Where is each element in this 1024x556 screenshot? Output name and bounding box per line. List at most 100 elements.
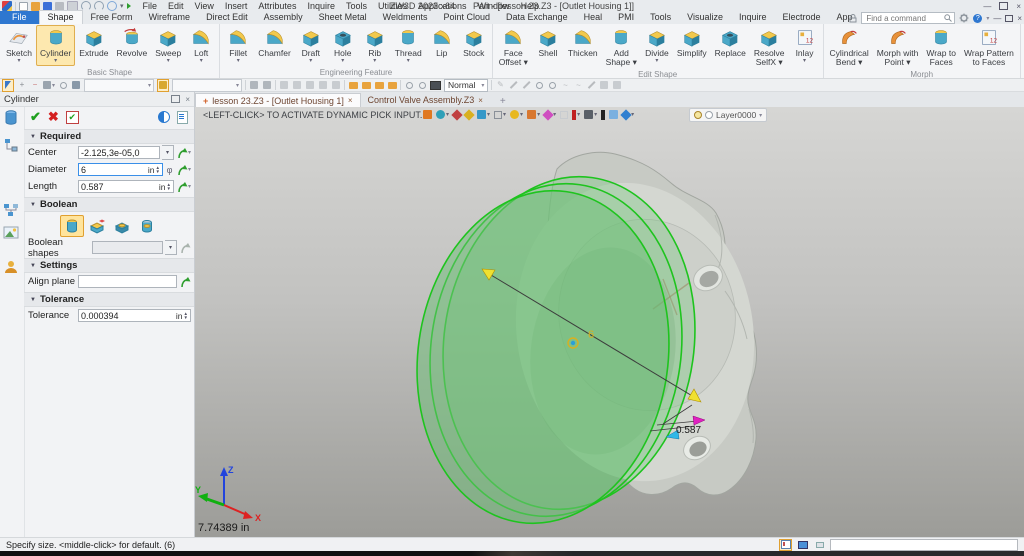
menu-edit[interactable]: Edit — [168, 1, 184, 11]
center-pick[interactable]: ▾ — [176, 147, 191, 159]
dropdown-caret-icon[interactable]: ▾ — [655, 58, 658, 64]
ribbon-tab-heal[interactable]: Heal — [576, 11, 611, 24]
diameter-input[interactable]: in ▲▼ — [78, 163, 163, 176]
folder-icon-2[interactable] — [361, 80, 371, 91]
ribbon-button-thicken[interactable]: Thicken — [564, 25, 602, 60]
brush-icon[interactable] — [453, 111, 461, 119]
line-style-icon[interactable] — [601, 110, 605, 120]
length-input[interactable]: in ▲▼ — [78, 180, 174, 193]
scene-canvas[interactable]: 6 0.587 Z — [195, 107, 1024, 537]
dropdown-caret-icon[interactable]: ▾ — [237, 58, 240, 64]
dark-cube-icon[interactable]: ▾ — [584, 110, 597, 119]
ribbon-button-inlay[interactable]: 12Inlay▾ — [789, 25, 821, 66]
display-toggle-icon[interactable] — [158, 111, 170, 123]
clip-icon-2[interactable] — [292, 80, 302, 91]
ribbon-button-rib[interactable]: Rib▾ — [359, 25, 391, 66]
tolerance-spinner[interactable]: ▲▼ — [184, 312, 188, 320]
ok-button[interactable]: ✔ — [30, 109, 41, 125]
section-view-icon[interactable]: ▾ — [572, 110, 580, 120]
ribbon-button-replace[interactable]: Replace — [711, 25, 750, 60]
dropdown-caret-icon[interactable]: ▾ — [341, 58, 344, 64]
help-icon[interactable]: ? — [973, 14, 982, 23]
role-user-icon[interactable] — [3, 259, 20, 276]
center-point[interactable] — [571, 341, 575, 345]
dropdown-caret-icon[interactable]: ▾ — [17, 58, 20, 64]
curve-tool-icon[interactable]: ~ — [560, 80, 570, 91]
filter-dropdown[interactable]: ▾ — [84, 79, 154, 92]
ribbon-button-draft[interactable]: Draft▾ — [295, 25, 327, 66]
split-view-icon[interactable] — [813, 539, 826, 551]
circle-tool-icon-3[interactable] — [547, 80, 557, 91]
ribbon-button-extrude[interactable]: Extrude — [75, 25, 112, 60]
menu-applications[interactable]: Applications — [418, 1, 467, 11]
ribbon-tab-sheet-metal[interactable]: Sheet Metal — [311, 11, 375, 24]
float-panel-icon[interactable] — [171, 95, 180, 103]
ribbon-button-fillet[interactable]: Fillet▾ — [222, 25, 254, 66]
manager-tree-icon[interactable] — [3, 137, 20, 154]
filter-cube-icon[interactable] — [71, 80, 81, 91]
snap-icon[interactable] — [157, 79, 169, 92]
gear-icon[interactable] — [959, 13, 969, 23]
unlink-icon[interactable] — [262, 80, 272, 91]
cylinder-tab-icon[interactable] — [3, 109, 20, 126]
line-tool-icon-2[interactable] — [521, 80, 531, 91]
wireframe-mode-icon[interactable]: ▾ — [494, 111, 506, 119]
dropdown-icon[interactable]: ▾ — [120, 2, 124, 10]
monitor-view-icon[interactable] — [796, 539, 809, 551]
layer-dropdown-caret[interactable]: ▾ — [759, 112, 762, 119]
dropdown-caret-icon[interactable]: ▾ — [309, 58, 312, 64]
tolerance-input[interactable]: in ▲▼ — [78, 309, 191, 322]
new-file-icon[interactable] — [19, 2, 28, 11]
curve-tool-icon-2[interactable]: ~ — [573, 80, 583, 91]
link-icon[interactable] — [249, 80, 259, 91]
ribbon-button-divide[interactable]: Divide▾ — [641, 25, 673, 66]
doc-info-icon[interactable] — [177, 111, 188, 124]
ribbon-tab-weldments[interactable]: Weldments — [375, 11, 436, 24]
menu-insert[interactable]: Insert — [225, 1, 248, 11]
ribbon-button-stock[interactable]: Stock — [458, 25, 490, 60]
ribbon-button-cylinder[interactable]: Cylinder▾ — [36, 25, 75, 66]
new-tab-button[interactable]: + — [500, 96, 506, 107]
ribbon-button-thread[interactable]: Thread▾ — [391, 25, 426, 66]
clip-icon-1[interactable] — [279, 80, 289, 91]
pane-icon[interactable] — [609, 110, 618, 119]
view-orient-icon[interactable]: ▾ — [622, 111, 634, 119]
ribbon-tab-pmi[interactable]: PMI — [610, 11, 642, 24]
cancel-button[interactable]: ✖ — [48, 109, 59, 125]
tab-close-icon[interactable]: × — [348, 96, 353, 105]
history-clock-icon[interactable] — [404, 80, 414, 91]
regen-icon[interactable] — [107, 1, 117, 11]
boolean-base-button[interactable] — [60, 215, 84, 237]
ribbon-button-sketch[interactable]: Sketch▾ — [2, 25, 36, 66]
boolean-intersect-button[interactable] — [135, 215, 159, 237]
grid-icon[interactable]: ▾ — [43, 80, 55, 91]
ribbon-button-add-shape[interactable]: AddShape ▾ — [602, 25, 641, 69]
clip-icon-3[interactable] — [305, 80, 315, 91]
help-dropdown-caret[interactable]: ▾ — [986, 15, 989, 22]
regen-mode-select[interactable]: Normal▾ — [444, 79, 488, 92]
ribbon-button-wrap-to-faces[interactable]: Wrap toFaces — [922, 25, 960, 69]
phi-toggle-icon[interactable]: φ — [165, 165, 174, 175]
layer-selector[interactable]: Layer0000 ▾ — [689, 108, 767, 122]
sketch-pencil-icon[interactable]: ✎ — [495, 80, 505, 91]
shade-mode-icon[interactable]: ▾ — [477, 110, 490, 119]
align-plane-pick[interactable] — [179, 276, 191, 288]
appearance-icon[interactable] — [465, 111, 473, 119]
ribbon-button-chamfer[interactable]: Chamfer — [254, 25, 295, 60]
boolean-remove-button[interactable] — [110, 215, 134, 237]
ribbon-button-sweep[interactable]: Sweep▾ — [151, 25, 185, 66]
monitor-icon[interactable] — [430, 80, 441, 91]
ribbon-tab-file[interactable]: File — [0, 11, 39, 24]
doc-close-button[interactable]: × — [1017, 14, 1022, 23]
ribbon-button-resolve-selfx[interactable]: ResolveSelfX ▾ — [750, 25, 789, 69]
ribbon-button-hole[interactable]: Hole▾ — [327, 25, 359, 66]
gem-display-icon[interactable]: ▾ — [544, 111, 556, 119]
ribbon-tab-assembly[interactable]: Assembly — [256, 11, 311, 24]
visualize-image-icon[interactable] — [3, 225, 20, 242]
box-display-icon[interactable]: ▾ — [527, 110, 540, 119]
diameter-pick[interactable]: ▾ — [176, 164, 191, 176]
dropdown-caret-icon[interactable]: ▾ — [54, 58, 57, 64]
snap-dropdown[interactable]: ▾ — [172, 79, 242, 92]
ribbon-button-shell[interactable]: Shell — [532, 25, 564, 60]
ribbon-tab-point-cloud[interactable]: Point Cloud — [436, 11, 499, 24]
